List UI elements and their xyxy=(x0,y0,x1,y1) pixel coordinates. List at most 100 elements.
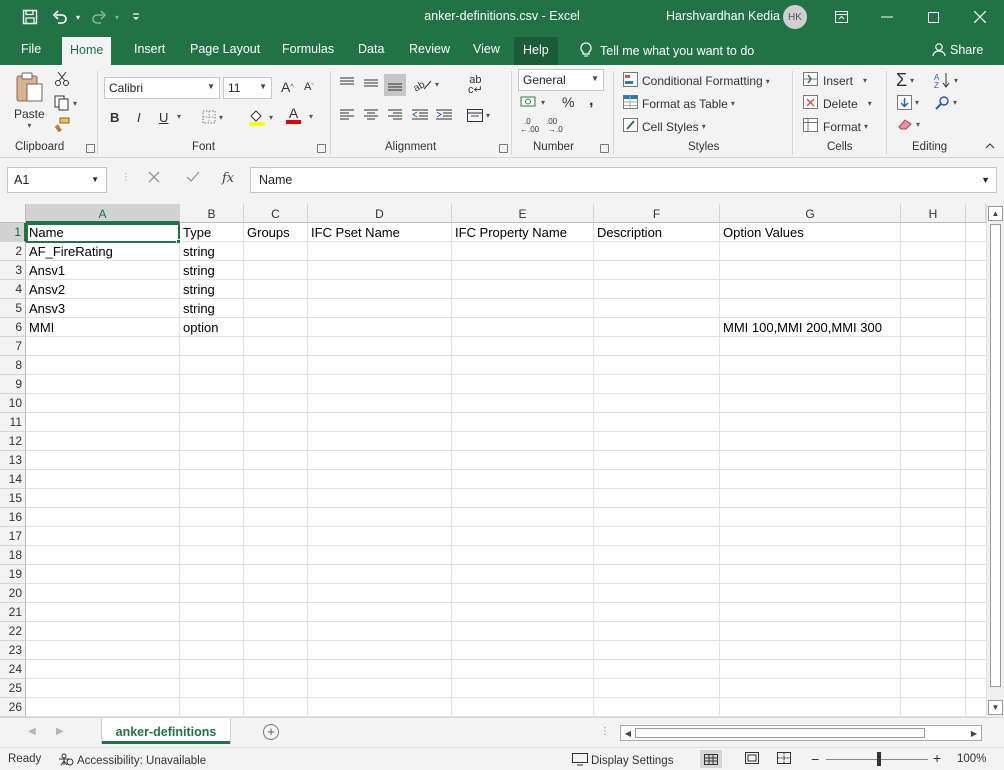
delete-cells-button[interactable]: Delete ▾ xyxy=(803,95,872,112)
normal-view-icon[interactable] xyxy=(700,750,722,768)
cell-b6[interactable]: option xyxy=(180,318,218,337)
row-header-6[interactable]: 6 xyxy=(0,318,26,337)
increase-decimal-icon[interactable]: .0 ←.00 xyxy=(520,117,540,133)
format-as-table-button[interactable]: Format as Table ▾ xyxy=(623,95,735,112)
cell-a3[interactable]: Ansv1 xyxy=(26,261,65,280)
accessibility-status[interactable]: Accessibility: Unavailable xyxy=(58,753,206,769)
row-header-15[interactable]: 15 xyxy=(0,489,26,508)
fill-icon[interactable]: ▾ xyxy=(897,95,919,110)
underline-dropdown-icon[interactable]: ▾ xyxy=(174,112,181,121)
row-header-18[interactable]: 18 xyxy=(0,546,26,565)
save-icon[interactable] xyxy=(19,6,41,28)
ribbon-display-options-icon[interactable] xyxy=(818,0,864,34)
align-top-icon[interactable] xyxy=(340,77,354,89)
align-center-icon[interactable] xyxy=(364,109,378,121)
font-name-select[interactable]: Calibri ▼ xyxy=(104,77,220,99)
row-header-23[interactable]: 23 xyxy=(0,641,26,660)
decrease-indent-icon[interactable] xyxy=(412,109,428,121)
collapse-ribbon-icon[interactable] xyxy=(985,143,995,149)
column-header-d[interactable]: D xyxy=(308,204,452,223)
row-header-9[interactable]: 9 xyxy=(0,375,26,394)
cell-c1[interactable]: Groups xyxy=(244,223,290,242)
row-header-4[interactable]: 4 xyxy=(0,280,26,299)
horizontal-scroll-thumb[interactable] xyxy=(635,728,925,738)
avatar[interactable]: HK xyxy=(783,5,807,29)
formula-input[interactable]: Name ▼ xyxy=(250,167,997,193)
select-all-corner[interactable] xyxy=(0,204,26,223)
underline-button[interactable]: U xyxy=(159,110,168,125)
cell-styles-button[interactable]: Cell Styles ▾ xyxy=(623,118,706,135)
decrease-decimal-icon[interactable]: .00 →.0 xyxy=(546,117,566,133)
row-header-20[interactable]: 20 xyxy=(0,584,26,603)
decrease-font-icon[interactable]: Aˇ xyxy=(304,81,314,93)
row-header-3[interactable]: 3 xyxy=(0,261,26,280)
zoom-in-icon[interactable]: + xyxy=(933,750,941,766)
clear-icon[interactable]: ▾ xyxy=(897,118,920,130)
user-name[interactable]: Harshvardhan Kedia xyxy=(666,9,780,23)
find-select-icon[interactable]: ▾ xyxy=(935,95,957,110)
cell-b3[interactable]: string xyxy=(180,261,215,280)
scroll-down-icon[interactable]: ▼ xyxy=(988,700,1003,715)
merge-center-icon[interactable]: ▾ xyxy=(467,109,490,122)
cancel-formula-icon[interactable] xyxy=(148,171,160,186)
row-header-7[interactable]: 7 xyxy=(0,337,26,356)
add-sheet-icon[interactable]: + xyxy=(263,724,279,740)
comma-style-button[interactable]: , xyxy=(589,92,593,110)
page-layout-view-icon[interactable] xyxy=(745,752,759,767)
row-header-19[interactable]: 19 xyxy=(0,565,26,584)
column-header-f[interactable]: F xyxy=(594,204,720,223)
font-color-icon[interactable]: A xyxy=(286,106,301,124)
tab-data[interactable]: Data xyxy=(358,42,384,62)
format-cells-button[interactable]: Format ▾ xyxy=(803,118,868,135)
borders-icon[interactable]: ▾ xyxy=(202,110,223,124)
cell-a2[interactable]: AF_FireRating xyxy=(26,242,113,261)
column-header-e[interactable]: E xyxy=(452,204,594,223)
page-break-view-icon[interactable] xyxy=(777,752,791,767)
row-header-2[interactable]: 2 xyxy=(0,242,26,261)
column-header-a[interactable]: A xyxy=(26,204,180,223)
tab-insert[interactable]: Insert xyxy=(134,42,165,62)
cell-a5[interactable]: Ansv3 xyxy=(26,299,65,318)
customize-qat-icon[interactable] xyxy=(125,6,147,28)
row-header-13[interactable]: 13 xyxy=(0,451,26,470)
scroll-left-icon[interactable]: ◀ xyxy=(621,726,635,740)
row-header-14[interactable]: 14 xyxy=(0,470,26,489)
column-header-c[interactable]: C xyxy=(244,204,308,223)
sort-filter-icon[interactable]: A Z ▾ xyxy=(934,72,958,88)
cell-b4[interactable]: string xyxy=(180,280,215,299)
row-header-21[interactable]: 21 xyxy=(0,603,26,622)
tab-page-layout[interactable]: Page Layout xyxy=(190,42,260,62)
vertical-scroll-thumb[interactable] xyxy=(990,224,1001,687)
conditional-formatting-button[interactable]: Conditional Formatting ▾ xyxy=(623,72,770,90)
tab-formulas[interactable]: Formulas xyxy=(282,42,334,62)
cell-g6[interactable]: MMI 100,MMI 200,MMI 300 xyxy=(720,318,882,337)
horizontal-scrollbar[interactable]: ◀ ▶ xyxy=(620,725,982,741)
undo-dropdown-icon[interactable]: ▾ xyxy=(67,6,89,28)
orientation-icon[interactable]: ab ▾ xyxy=(414,77,439,91)
cell-a6[interactable]: MMI xyxy=(26,318,54,337)
enter-formula-icon[interactable] xyxy=(186,171,200,186)
sheet-tab-anker-definitions[interactable]: anker-definitions xyxy=(102,718,230,744)
tab-split-grip-icon[interactable]: ⋮ xyxy=(600,726,610,737)
tab-file[interactable]: File xyxy=(21,42,41,62)
row-header-26[interactable]: 26 xyxy=(0,698,26,717)
number-launcher-icon[interactable] xyxy=(600,144,609,153)
row-header-12[interactable]: 12 xyxy=(0,432,26,451)
insert-function-icon[interactable]: fx xyxy=(222,171,234,186)
row-header-24[interactable]: 24 xyxy=(0,660,26,679)
zoom-level[interactable]: 100% xyxy=(957,753,986,765)
row-header-10[interactable]: 10 xyxy=(0,394,26,413)
accounting-format-icon[interactable]: ▾ xyxy=(520,95,545,109)
align-middle-icon[interactable] xyxy=(364,77,378,89)
cell-b1[interactable]: Type xyxy=(180,223,211,242)
number-format-select[interactable]: General ▼ xyxy=(518,69,604,91)
cell-d1[interactable]: IFC Pset Name xyxy=(308,223,400,242)
row-header-5[interactable]: 5 xyxy=(0,299,26,318)
cell-a4[interactable]: Ansv2 xyxy=(26,280,65,299)
alignment-launcher-icon[interactable] xyxy=(499,144,508,153)
tab-home[interactable]: Home xyxy=(62,37,112,65)
tab-view[interactable]: View xyxy=(473,42,500,62)
cell-g1[interactable]: Option Values xyxy=(720,223,804,242)
align-right-icon[interactable] xyxy=(388,109,402,121)
bold-button[interactable]: B xyxy=(110,110,119,125)
